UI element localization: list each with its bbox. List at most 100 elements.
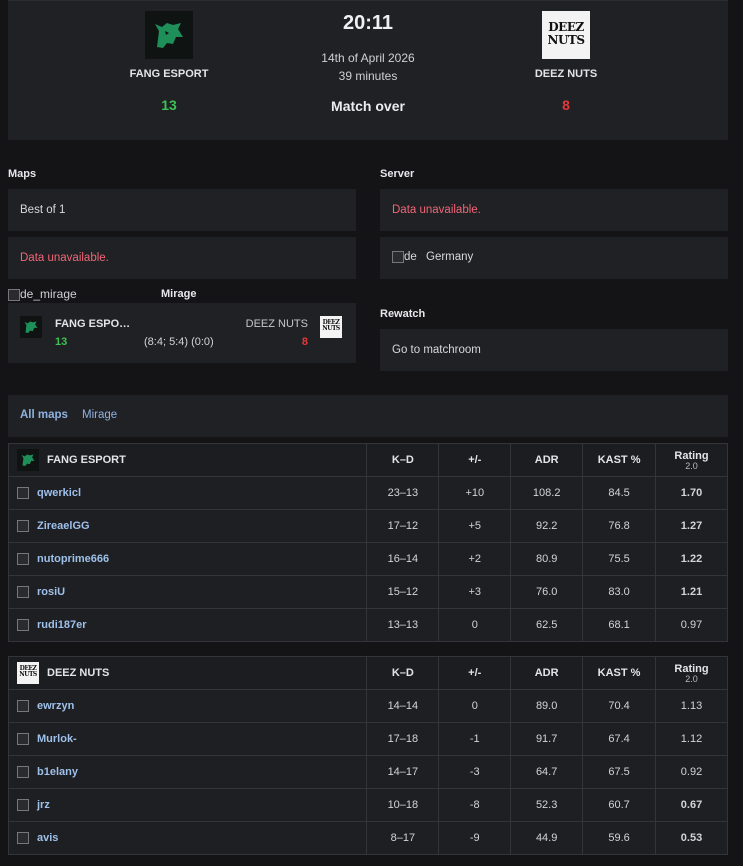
kast-cell: 75.5 [582,542,657,576]
table-header-row: FANG ESPORT K–D +/- ADR KAST % Rating 2.0 [7,443,728,477]
matchroom-link[interactable]: Go to matchroom [392,344,481,356]
player-cell[interactable]: jrz [7,788,368,822]
fang-esport-table-logo [17,449,39,471]
player-cell[interactable]: rosiU [7,575,368,609]
rating-cell: 1.22 [655,542,728,576]
kd-cell: 15–12 [366,575,440,609]
map-image-placeholder: de_mirage [8,287,77,301]
plusminus-cell: +5 [438,509,512,543]
player-avatar-icon [17,832,29,845]
card-team2-name: DEEZ NUTS [245,318,308,330]
maps-data-box: Data unavailable. [8,237,356,279]
kast-cell: 59.6 [582,821,657,855]
card-team2-score: 8 [301,336,308,348]
player-cell[interactable]: ewrzyn [7,689,368,723]
fang-esport-small-logo [20,316,42,338]
player-name[interactable]: rosiU [37,586,65,598]
server-location-text: Germany [426,251,474,264]
team1-header: FANG ESPORT [7,443,368,477]
best-of-box: Best of 1 [8,189,356,231]
player-name[interactable]: qwerkicl [37,487,81,499]
tab-mirage[interactable]: Mirage [82,409,117,421]
team1-player-rows: qwerkicl 23–13 +10 108.2 84.5 1.70 ZireaelGG 17… [7,476,728,642]
rating-cell: 0.92 [655,755,728,789]
player-avatar-icon [17,733,29,746]
player-avatar-icon [17,520,29,533]
rating-cell: 1.21 [655,575,728,609]
plusminus-cell: 0 [438,608,512,642]
table-row: jrz 10–18 -8 52.3 60.7 0.67 [7,788,728,822]
adr-cell: 62.5 [510,608,584,642]
player-cell[interactable]: avis [7,821,368,855]
team2-header: DEEZ NUTS DEEZ NUTS [7,656,368,690]
col-adr: ADR [510,443,584,477]
server-data-box: Data unavailable. [380,189,728,231]
rating-cell: 1.70 [655,476,728,510]
card-team1-score: 13 [55,336,68,348]
kd-cell: 14–17 [366,755,440,789]
rating-cell: 1.27 [655,509,728,543]
card-team1-name: FANG ESPO… [55,318,131,330]
rewatch-title: Rewatch [380,308,426,320]
team1-score: 13 [161,97,177,113]
player-cell[interactable]: nutoprime666 [7,542,368,576]
team2-name[interactable]: DEEZ NUTS [496,68,636,80]
flag-alt: de [404,251,417,264]
wolf-icon [155,23,183,48]
col-rating: Rating 2.0 [655,443,728,477]
kd-cell: 14–14 [366,689,440,723]
best-of-text: Best of 1 [20,204,66,216]
player-cell[interactable]: ZireaelGG [7,509,368,543]
tab-all-maps[interactable]: All maps [20,409,68,421]
col-plusminus: +/- [438,443,512,477]
rating-cell: 0.53 [655,821,728,855]
map-name: Mirage [161,288,197,300]
adr-cell: 52.3 [510,788,584,822]
player-name[interactable]: jrz [37,799,50,811]
kast-cell: 84.5 [582,476,657,510]
adr-cell: 44.9 [510,821,584,855]
team2-stats-table: DEEZ NUTS DEEZ NUTS K–D +/- ADR KAST % Ra… [7,656,728,855]
kast-cell: 67.4 [582,722,657,756]
match-time: 20:11 [342,12,394,34]
player-name[interactable]: avis [37,832,58,844]
player-name[interactable]: ewrzyn [37,700,74,712]
player-name[interactable]: b1elany [37,766,78,778]
player-name[interactable]: rudi187er [37,619,87,631]
rating-cell: 0.67 [655,788,728,822]
map-tabs-bar: All maps Mirage [8,395,728,437]
kast-cell: 76.8 [582,509,657,543]
maps-title: Maps [8,168,37,180]
matchroom-link-box[interactable]: Go to matchroom [380,329,728,371]
team2-header-name: DEEZ NUTS [47,666,110,679]
player-name[interactable]: Murlok- [37,733,77,745]
player-cell[interactable]: rudi187er [7,608,368,642]
kd-cell: 16–14 [366,542,440,576]
wolf-icon [21,454,35,466]
fang-esport-logo[interactable] [145,11,193,59]
deez-nuts-logo[interactable]: DEEZ NUTS [542,11,590,59]
plusminus-cell: -8 [438,788,512,822]
kast-cell: 83.0 [582,575,657,609]
player-name[interactable]: nutoprime666 [37,553,109,565]
rating-cell: 1.13 [655,689,728,723]
player-avatar-icon [17,766,29,779]
match-header: FANG ESPORT 13 20:11 14th of April 2026 … [8,0,728,140]
team1-name[interactable]: FANG ESPORT [99,68,239,80]
player-name[interactable]: ZireaelGG [37,520,90,532]
team1-stats-table: FANG ESPORT K–D +/- ADR KAST % Rating 2.0… [7,443,728,642]
match-duration: 39 minutes [338,69,398,83]
wolf-icon [24,321,38,333]
server-location: de Germany [392,251,473,263]
map-result-card[interactable]: FANG ESPO… 13 (8:4; 5:4) (0:0) DEEZ NUTS… [8,303,356,363]
player-cell[interactable]: Murlok- [7,722,368,756]
rating-cell: 0.97 [655,608,728,642]
player-cell[interactable]: qwerkicl [7,476,368,510]
player-avatar-icon [17,487,29,500]
team1-header-name: FANG ESPORT [47,453,126,466]
deez-nuts-logo-text: DEEZ NUTS [547,20,585,47]
broken-image-icon [8,288,20,301]
flag-icon [392,251,404,263]
player-cell[interactable]: b1elany [7,755,368,789]
table-row: Murlok- 17–18 -1 91.7 67.4 1.12 [7,722,728,756]
